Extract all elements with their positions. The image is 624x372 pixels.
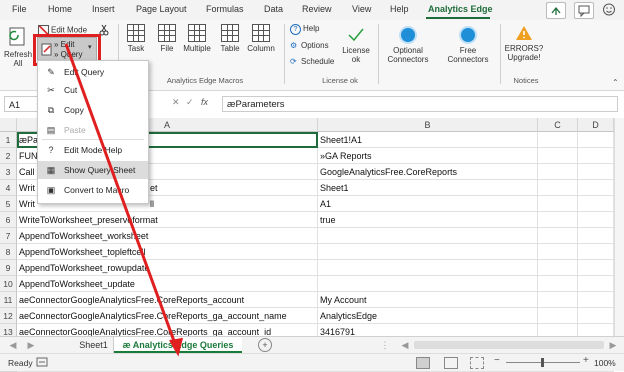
annotation-arrow-line (64, 43, 180, 353)
annotation-arrow-head (169, 337, 183, 357)
annotation-arrow (64, 43, 183, 357)
